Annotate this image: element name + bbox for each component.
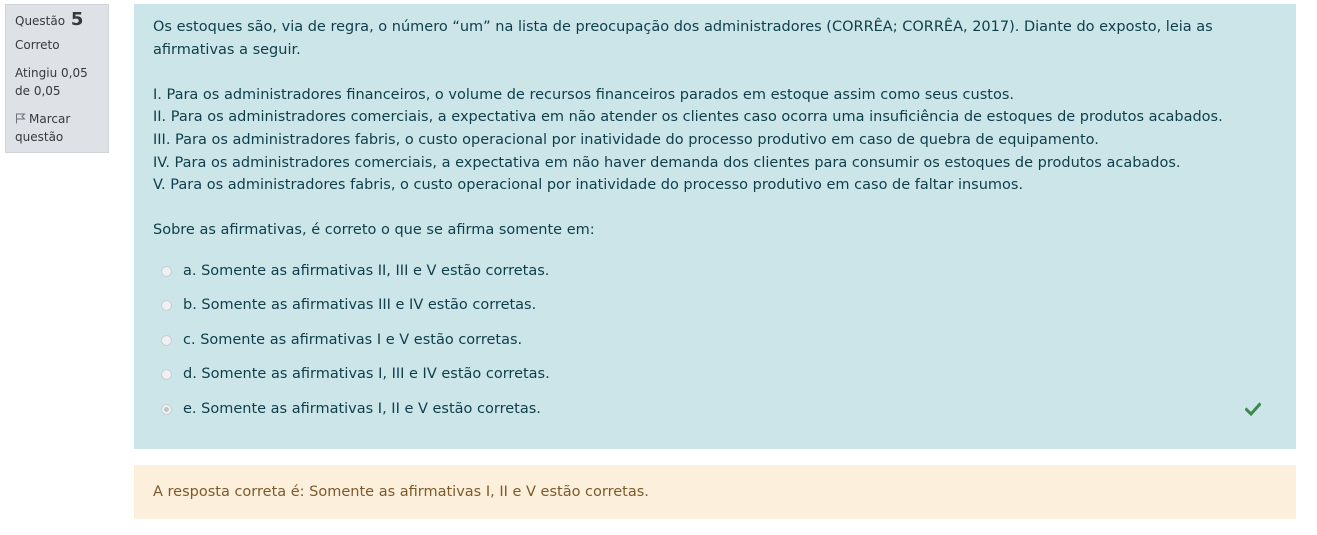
statement-1: I. Para os administradores financeiros, …: [153, 86, 1014, 103]
checkmark-icon: [1244, 401, 1262, 417]
answer-option-d[interactable]: d. Somente as afirmativas I, III e IV es…: [153, 357, 1277, 392]
answer-label-c: c. Somente as afirmativas I e V estão co…: [183, 331, 523, 348]
question-info-panel: Questão 5 Correto Atingiu 0,05 de 0,05 M…: [5, 4, 109, 153]
radio-button-c[interactable]: [161, 334, 172, 346]
right-answer-text: A resposta correta é: Somente as afirmat…: [153, 484, 649, 500]
statement-2: II. Para os administradores comerciais, …: [153, 109, 1223, 126]
answer-label-e: e. Somente as afirmativas I, II e V estã…: [183, 400, 541, 417]
question-state: Correto: [15, 38, 60, 52]
answer-option-b[interactable]: b. Somente as afirmativas III e IV estão…: [153, 288, 1277, 323]
answer-list: a. Somente as afirmativas II, III e V es…: [153, 254, 1277, 427]
right-answer-feedback: A resposta correta é: Somente as afirmat…: [134, 465, 1296, 519]
question-prompt: Sobre as afirmativas, é correto o que se…: [153, 222, 595, 239]
flag-outline-icon: [15, 111, 26, 124]
question-number-value: 5: [70, 9, 84, 30]
statement-4: IV. Para os administradores comerciais, …: [153, 154, 1181, 171]
question-text: Os estoques são, via de regra, o número …: [153, 16, 1277, 197]
radio-button-a[interactable]: [161, 265, 172, 277]
flag-question-link[interactable]: Marcar questão: [15, 110, 99, 146]
answer-label-b: b. Somente as afirmativas III e IV estão…: [183, 297, 537, 314]
answer-option-c[interactable]: c. Somente as afirmativas I e V estão co…: [153, 323, 1277, 358]
answer-option-e[interactable]: e. Somente as afirmativas I, II e V estã…: [153, 392, 1277, 427]
radio-button-e[interactable]: [161, 403, 172, 415]
question-number: Questão 5: [15, 11, 99, 30]
question-label: Questão: [15, 14, 66, 28]
radio-button-b[interactable]: [161, 300, 172, 312]
statement-3: III. Para os administradores fabris, o c…: [153, 131, 1099, 148]
question-grade: Atingiu 0,05 de 0,05: [15, 66, 88, 98]
question-intro: Os estoques são, via de regra, o número …: [153, 19, 1213, 35]
question-formulation: Os estoques são, via de regra, o número …: [134, 4, 1296, 449]
answer-label-d: d. Somente as afirmativas I, III e IV es…: [183, 366, 550, 383]
statement-5: V. Para os administradores fabris, o cus…: [153, 177, 1024, 194]
question-intro-cont: afirmativas a seguir.: [153, 41, 301, 58]
radio-button-d[interactable]: [161, 369, 172, 381]
answer-option-a[interactable]: a. Somente as afirmativas II, III e V es…: [153, 254, 1277, 289]
answer-label-a: a. Somente as afirmativas II, III e V es…: [183, 262, 550, 279]
